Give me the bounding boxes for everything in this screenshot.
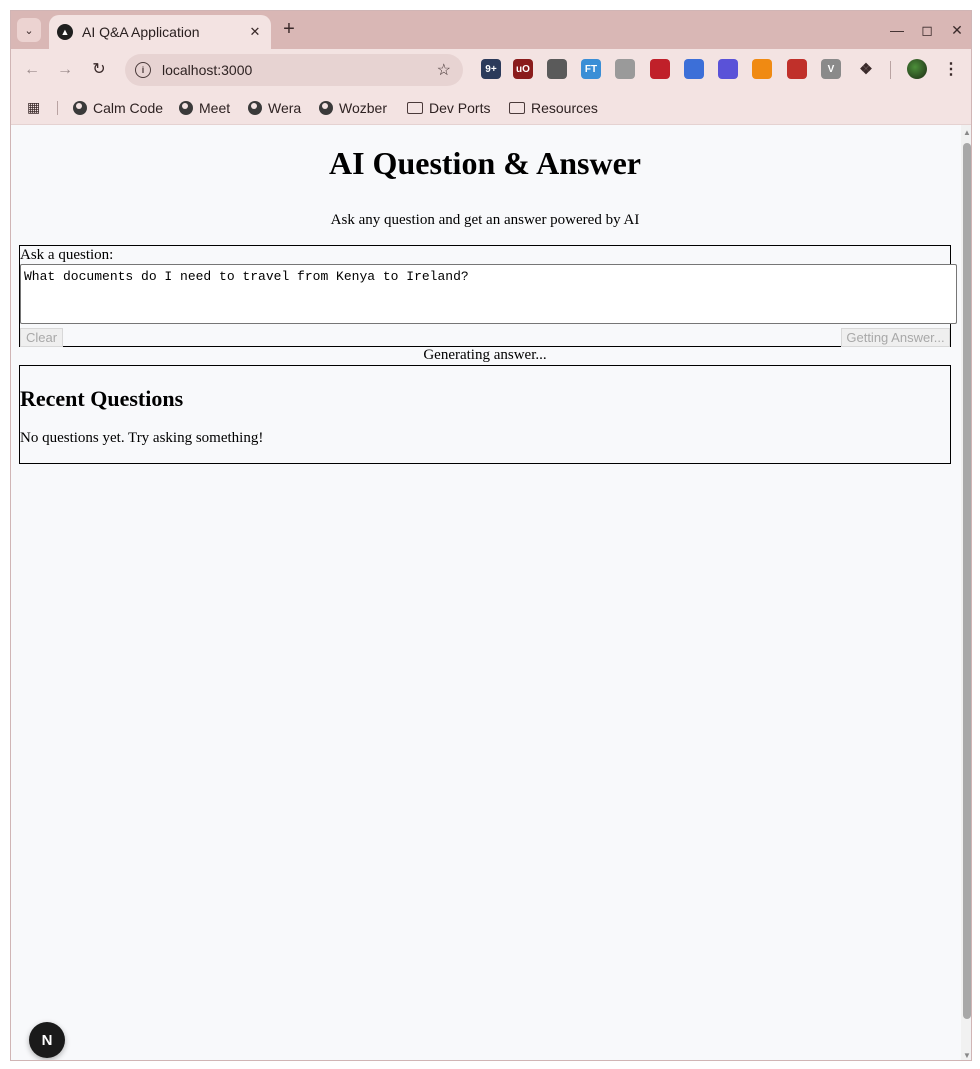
tab-strip: ⌄ ▲ AI Q&A Application ✕ + — ◻ ✕ (11, 11, 971, 49)
forward-button[interactable]: → (54, 59, 76, 81)
scroll-down-icon[interactable]: ▼ (963, 1052, 971, 1060)
bookmark-label: Resources (531, 100, 598, 116)
scroll-up-icon[interactable]: ▲ (963, 129, 971, 137)
reload-button[interactable]: ↻ (88, 59, 110, 81)
chevron-down-icon: ⌄ (24, 24, 34, 37)
extension-gear-icon[interactable] (718, 59, 738, 79)
bookmark-label: Calm Code (93, 100, 164, 116)
tab-search-button[interactable]: ⌄ (17, 18, 41, 42)
page-scrollbar[interactable]: ▲ ▼ (961, 125, 971, 1060)
bookmark-label: Dev Ports (429, 100, 491, 116)
bookmark-label: Wera (268, 100, 302, 116)
tab-title: AI Q&A Application (82, 24, 200, 40)
recent-questions-title: Recent Questions (20, 386, 184, 411)
toolbar-divider (890, 61, 891, 79)
bookmark-star-icon[interactable]: ☆ (437, 60, 451, 80)
minimize-icon[interactable]: — (887, 20, 907, 40)
close-window-icon[interactable]: ✕ (947, 20, 967, 40)
extension-dev-icon[interactable] (787, 59, 807, 79)
extension-rss-icon[interactable] (752, 59, 772, 79)
browser-menu-icon[interactable]: ⋮ (943, 59, 959, 81)
submit-button[interactable]: Getting Answer... (841, 328, 950, 347)
folder-icon (407, 102, 423, 114)
extension-ft-icon[interactable]: FT (581, 59, 601, 79)
globe-icon (179, 101, 193, 115)
nextjs-favicon-icon: ▲ (57, 24, 73, 40)
extension-pen-icon[interactable] (650, 59, 670, 79)
page-viewport: AI Question & Answer Ask any question an… (11, 125, 971, 1060)
bookmark-label: Wozber (339, 100, 387, 116)
extension-mountain-icon[interactable] (547, 59, 567, 79)
back-button[interactable]: ← (21, 59, 43, 81)
recent-questions-empty: No questions yet. Try asking something! (20, 430, 264, 446)
apps-grid-icon[interactable]: ▦ (27, 99, 43, 115)
bookmark-item[interactable]: Calm Code (73, 98, 163, 118)
status-message: Generating answer... (423, 347, 547, 363)
extension-badge-icon[interactable]: 9+ (481, 59, 501, 79)
bookmark-item[interactable]: Wera (248, 98, 301, 118)
bookmarks-divider (57, 101, 58, 115)
close-tab-icon[interactable]: ✕ (245, 22, 265, 42)
tab-active[interactable]: ▲ AI Q&A Application ✕ (49, 15, 271, 49)
profile-avatar[interactable] (907, 59, 927, 79)
globe-icon (319, 101, 333, 115)
maximize-icon[interactable]: ◻ (917, 20, 937, 40)
extension-v-icon[interactable]: V (821, 59, 841, 79)
scrollbar-thumb[interactable] (963, 143, 971, 1019)
globe-icon (73, 101, 87, 115)
globe-icon (248, 101, 262, 115)
bookmark-item[interactable]: Dev Ports (407, 98, 490, 118)
question-form: Ask a question: What documents do I need… (19, 245, 957, 347)
browser-toolbar: ← → ↻ i localhost:3000 ☆ 9+ uO FT V ❖ ⋮ (11, 49, 971, 91)
address-url[interactable]: localhost:3000 (162, 62, 437, 78)
folder-icon (509, 102, 525, 114)
bookmark-label: Meet (199, 100, 231, 116)
question-input[interactable]: What documents do I need to travel from … (20, 264, 957, 324)
question-label: Ask a question: (20, 247, 114, 263)
bookmarks-bar: ▦ Calm Code Meet Wera Wozber Dev Ports Resour… (11, 91, 971, 125)
extension-mail-icon[interactable] (615, 59, 635, 79)
browser-window: ⌄ ▲ AI Q&A Application ✕ + — ◻ ✕ ← → ↻ i… (10, 10, 972, 1061)
clear-button[interactable]: Clear (20, 328, 63, 347)
nextjs-dev-badge[interactable]: N (29, 1022, 65, 1058)
extensions-puzzle-icon[interactable]: ❖ (856, 59, 876, 79)
page-title: AI Question & Answer (328, 145, 641, 181)
ublock-icon[interactable]: uO (513, 59, 533, 79)
bookmark-item[interactable]: Resources (509, 98, 598, 118)
recent-questions-panel: Recent Questions No questions yet. Try a… (19, 365, 951, 464)
page-subtitle: Ask any question and get an answer power… (330, 212, 640, 228)
site-info-icon[interactable]: i (135, 62, 151, 78)
bookmark-item[interactable]: Meet (179, 98, 230, 118)
bookmark-item[interactable]: Wozber (319, 98, 387, 118)
new-tab-button[interactable]: + (279, 19, 299, 40)
address-bar[interactable]: i localhost:3000 ☆ (125, 54, 463, 86)
extension-translate-icon[interactable] (684, 59, 704, 79)
